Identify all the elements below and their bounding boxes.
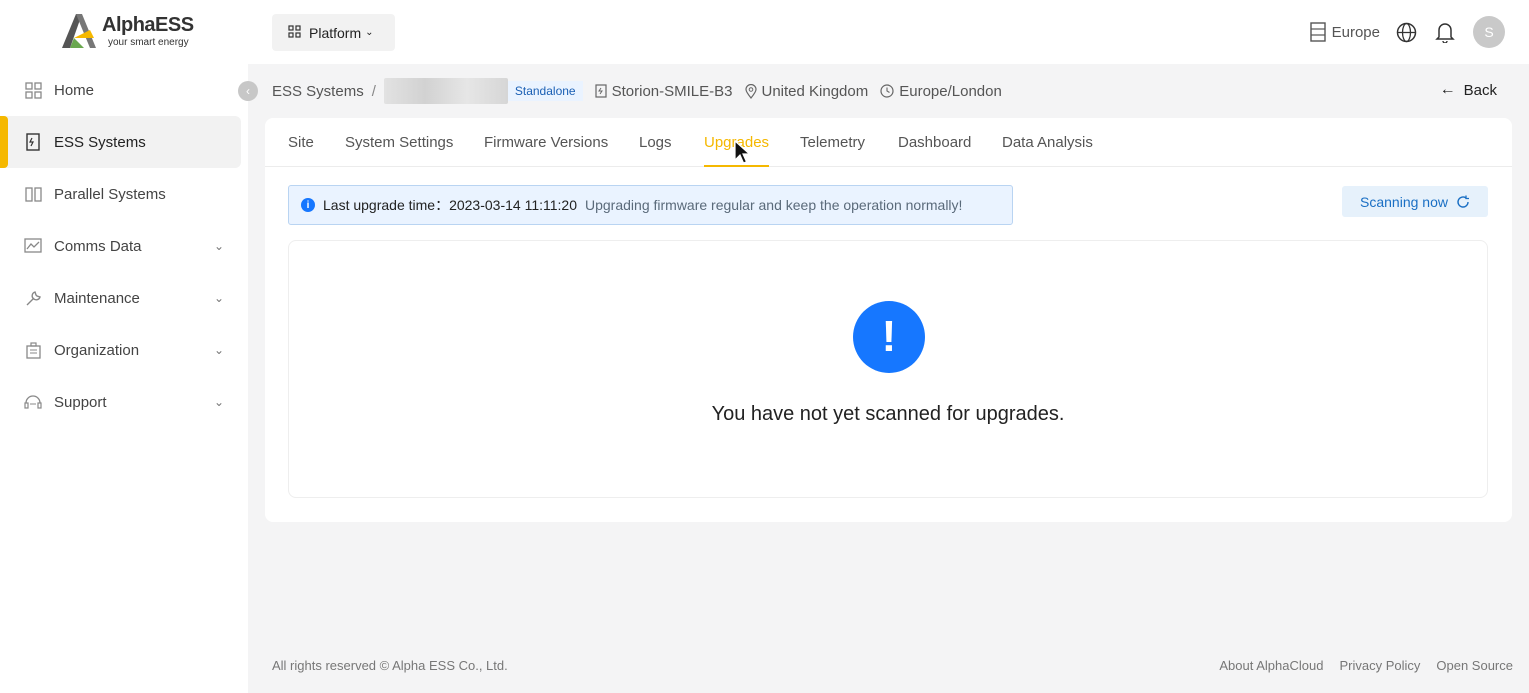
device-icon <box>595 84 607 98</box>
sidebar-nav: Home ESS Systems Parallel Systems Comms … <box>0 64 248 428</box>
tab-data-analysis[interactable]: Data Analysis <box>1002 134 1093 151</box>
logo-tagline: your smart energy <box>108 37 189 48</box>
sidebar: AlphaESS your smart energy Home ESS Syst… <box>0 0 248 693</box>
sidebar-item-label: ESS Systems <box>54 133 146 151</box>
chevron-left-icon: ‹ <box>246 84 250 98</box>
sidebar-item-support[interactable]: Support ⌄ <box>0 376 248 428</box>
upgrades-panel: Site System Settings Firmware Versions L… <box>265 118 1512 522</box>
tab-dashboard[interactable]: Dashboard <box>898 134 971 151</box>
system-type-badge: Standalone <box>507 81 583 101</box>
country-info: United Kingdom <box>744 82 869 100</box>
model-info: Storion-SMILE-B3 <box>595 83 733 100</box>
sidebar-item-label: Support <box>54 393 107 411</box>
sidebar-item-maintenance[interactable]: Maintenance ⌄ <box>0 272 248 324</box>
organization-icon <box>24 341 42 359</box>
parallel-systems-icon <box>24 185 42 203</box>
last-upgrade-notice: i Last upgrade time： 2023-03-14 11:11:20… <box>288 185 1013 225</box>
region-label: Europe <box>1331 23 1380 41</box>
tab-telemetry[interactable]: Telemetry <box>800 134 865 151</box>
alphaess-logo[interactable]: AlphaESS your smart energy <box>60 12 200 52</box>
breadcrumb-ess-systems[interactable]: ESS Systems <box>272 83 364 100</box>
comms-data-icon <box>24 237 42 255</box>
maintenance-icon <box>24 289 42 307</box>
topbar: Platform ⌄ Europe S <box>248 0 1529 64</box>
globe-icon[interactable] <box>1396 22 1417 43</box>
breadcrumb: ESS Systems / Standalone Storion-SMILE-B… <box>272 78 1014 104</box>
sidebar-item-label: Comms Data <box>54 237 142 255</box>
bell-icon[interactable] <box>1435 21 1455 43</box>
chevron-down-icon[interactable]: ⌄ <box>214 343 224 357</box>
chevron-down-icon[interactable]: ⌄ <box>214 239 224 253</box>
chevron-down-icon[interactable]: ⌄ <box>214 395 224 409</box>
location-pin-icon <box>744 83 757 99</box>
last-upgrade-label: Last upgrade time： <box>323 197 450 213</box>
chevron-down-icon: ⌄ <box>365 27 374 38</box>
logo-mark-icon <box>62 14 96 48</box>
timezone-label: Europe/London <box>899 82 1002 100</box>
tab-firmware-versions[interactable]: Firmware Versions <box>484 134 608 151</box>
model-label: Storion-SMILE-B3 <box>611 82 733 100</box>
topbar-actions: Europe S <box>1309 16 1505 48</box>
mouse-cursor-icon <box>734 140 752 164</box>
footer-link-about[interactable]: About AlphaCloud <box>1219 658 1323 673</box>
chevron-down-icon[interactable]: ⌄ <box>214 291 224 305</box>
footer-links: About AlphaCloud Privacy Policy Open Sou… <box>1219 658 1513 673</box>
tab-logs[interactable]: Logs <box>639 134 672 151</box>
copyright: All rights reserved © Alpha ESS Co., Ltd… <box>272 658 508 673</box>
collapse-sidebar-button[interactable]: ‹ <box>238 81 258 101</box>
region-selector[interactable]: Europe <box>1309 22 1380 42</box>
back-label: Back <box>1463 81 1497 99</box>
tab-system-settings[interactable]: System Settings <box>345 134 453 151</box>
sidebar-item-label: Home <box>54 81 95 99</box>
breadcrumb-separator: / <box>371 82 376 100</box>
home-icon <box>24 81 42 99</box>
timezone-info: Europe/London <box>880 83 1002 100</box>
sidebar-item-organization[interactable]: Organization ⌄ <box>0 324 248 376</box>
platform-label: Platform <box>309 24 362 41</box>
sidebar-item-label: Parallel Systems <box>54 185 166 203</box>
tab-site[interactable]: Site <box>288 134 314 151</box>
ess-systems-icon <box>24 133 42 151</box>
tab-bar: Site System Settings Firmware Versions L… <box>265 118 1512 167</box>
info-icon: i <box>301 198 315 212</box>
exclamation-icon: ! <box>853 301 925 373</box>
country-label: United Kingdom <box>761 82 869 100</box>
sidebar-item-comms-data[interactable]: Comms Data ⌄ <box>0 220 248 272</box>
redacted-system-id <box>383 78 508 104</box>
refresh-icon <box>1457 195 1469 208</box>
empty-state-text: You have not yet scanned for upgrades. <box>711 403 1065 425</box>
footer-link-privacy[interactable]: Privacy Policy <box>1339 658 1420 673</box>
sidebar-item-label: Organization <box>54 341 140 359</box>
sidebar-item-label: Maintenance <box>54 289 140 307</box>
scanning-now-button[interactable]: Scanning now <box>1342 186 1488 217</box>
footer-link-open-source[interactable]: Open Source <box>1436 658 1513 673</box>
upgrade-message: Upgrading firmware regular and keep the … <box>585 197 963 213</box>
platform-dropdown[interactable]: Platform ⌄ <box>272 14 395 51</box>
sidebar-item-home[interactable]: Home <box>0 64 248 116</box>
support-icon <box>24 393 42 411</box>
grid-icon <box>288 24 301 41</box>
avatar[interactable]: S <box>1473 16 1505 48</box>
back-button[interactable]: ← Back <box>1440 81 1497 99</box>
scan-label: Scanning now <box>1360 193 1448 210</box>
server-icon <box>1309 22 1326 42</box>
clock-icon <box>880 84 894 98</box>
logo-brand-text: AlphaESS <box>102 14 194 36</box>
empty-state: ! You have not yet scanned for upgrades. <box>288 240 1488 498</box>
arrow-left-icon: ← <box>1439 81 1456 98</box>
last-upgrade-time: 2023-03-14 11:11:20 <box>449 197 577 213</box>
sidebar-item-ess-systems[interactable]: ESS Systems <box>0 116 241 168</box>
sidebar-item-parallel-systems[interactable]: Parallel Systems <box>0 168 248 220</box>
